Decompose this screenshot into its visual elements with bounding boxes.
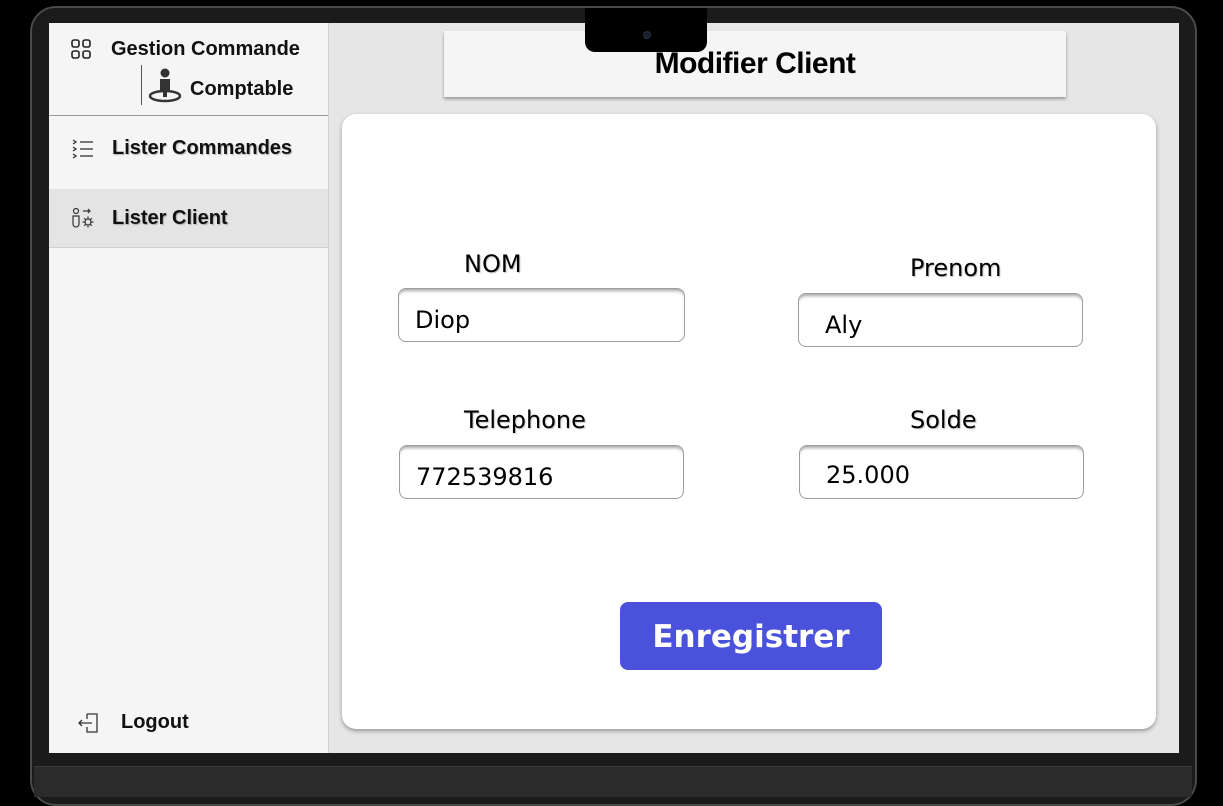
prenom-label: Prenom bbox=[910, 254, 1002, 282]
camera-notch bbox=[585, 8, 707, 52]
telephone-label: Telephone bbox=[464, 406, 586, 434]
sidebar-item-lister-commandes[interactable]: Lister Commandes bbox=[49, 119, 328, 177]
camera-icon bbox=[643, 31, 651, 39]
user-icon bbox=[148, 68, 182, 103]
brand-divider bbox=[141, 65, 142, 105]
app-title: Gestion Commande bbox=[111, 38, 300, 60]
laptop-base bbox=[34, 766, 1192, 797]
solde-input[interactable] bbox=[799, 445, 1084, 499]
user-role: Comptable bbox=[190, 78, 294, 100]
sidebar-item-label: Lister Commandes bbox=[112, 137, 293, 159]
save-button[interactable]: Enregistrer bbox=[620, 602, 882, 670]
grid-icon bbox=[71, 39, 91, 59]
nom-input[interactable] bbox=[398, 288, 685, 342]
solde-label: Solde bbox=[910, 406, 977, 434]
logout-button[interactable]: Logout bbox=[49, 703, 328, 743]
nom-label: NOM bbox=[464, 250, 522, 278]
sidebar: Gestion Commande Comptable Lister Comman… bbox=[49, 23, 329, 753]
logout-label: Logout bbox=[121, 711, 189, 733]
page-title: Modifier Client bbox=[654, 47, 856, 80]
app-screen: Gestion Commande Comptable Lister Comman… bbox=[49, 23, 1179, 753]
logout-icon bbox=[78, 713, 98, 733]
prenom-input[interactable] bbox=[798, 293, 1083, 347]
sidebar-item-label: Lister Client bbox=[112, 207, 228, 229]
sidebar-item-lister-client[interactable]: Lister Client bbox=[49, 189, 328, 248]
sidebar-brand: Gestion Commande Comptable bbox=[49, 23, 328, 116]
user-settings-icon bbox=[72, 207, 94, 228]
telephone-input[interactable] bbox=[399, 445, 684, 499]
page-header: Modifier Client bbox=[444, 31, 1066, 97]
edit-client-form: NOM Prenom Telephone Solde Enregistrer bbox=[342, 114, 1156, 729]
list-icon bbox=[72, 139, 93, 159]
